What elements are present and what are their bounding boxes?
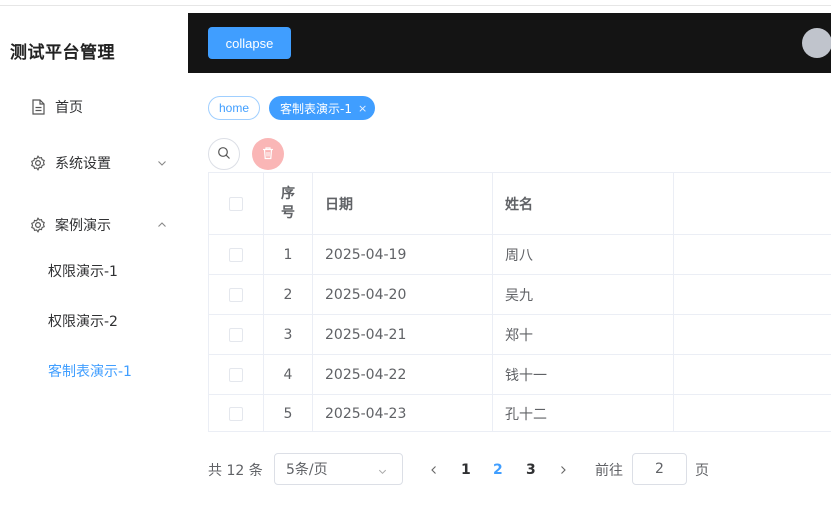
chevron-down-icon bbox=[377, 465, 388, 481]
tab-home[interactable]: home bbox=[208, 96, 261, 120]
row-checkbox[interactable] bbox=[229, 406, 243, 421]
column-header-name: 姓名 bbox=[493, 173, 674, 234]
collapse-button[interactable]: collapse bbox=[208, 27, 291, 59]
tab-label: 客制表演示-1 bbox=[280, 101, 352, 116]
next-page-button[interactable] bbox=[557, 454, 569, 486]
row-checkbox[interactable] bbox=[229, 367, 243, 382]
page-number-3[interactable]: 3 bbox=[526, 454, 536, 486]
search-button[interactable] bbox=[208, 138, 240, 170]
sidebar-subitem-label: 客制表演示-1 bbox=[48, 364, 132, 380]
gear-icon bbox=[30, 155, 46, 171]
top-header: collapse bbox=[188, 13, 831, 73]
table-row[interactable]: 3 2025-04-21 郑十 bbox=[209, 315, 831, 355]
table-row[interactable]: 4 2025-04-22 钱十一 bbox=[209, 355, 831, 395]
page-unit-label: 页 bbox=[695, 463, 709, 479]
sidebar-item-system-settings[interactable]: 系统设置 bbox=[0, 138, 188, 188]
sidebar-subitem-permission-2[interactable]: 权限演示-2 bbox=[0, 296, 188, 346]
cell-name: 孔十二 bbox=[493, 395, 674, 432]
trash-icon bbox=[261, 145, 275, 164]
table-row[interactable]: 5 2025-04-23 孔十二 bbox=[209, 395, 831, 432]
page-number-2[interactable]: 2 bbox=[493, 454, 503, 486]
row-checkbox[interactable] bbox=[229, 287, 243, 302]
row-checkbox[interactable] bbox=[229, 327, 243, 342]
column-header-empty bbox=[674, 173, 831, 234]
chevron-up-icon bbox=[156, 219, 168, 231]
cell-date: 2025-04-23 bbox=[313, 395, 493, 432]
sidebar-item-case-demo[interactable]: 案例演示 bbox=[0, 200, 188, 250]
column-header-index: 序号 bbox=[264, 173, 313, 234]
column-header-date: 日期 bbox=[313, 173, 493, 234]
cell-index: 5 bbox=[264, 395, 313, 432]
delete-button[interactable] bbox=[252, 138, 284, 170]
gear-icon bbox=[30, 217, 46, 233]
cell-index: 4 bbox=[264, 355, 313, 394]
sidebar-subitem-custom-table-1[interactable]: 客制表演示-1 bbox=[0, 346, 188, 396]
table-header-row: 序号 日期 姓名 bbox=[209, 173, 831, 235]
cell-name: 钱十一 bbox=[493, 355, 674, 394]
table-row[interactable]: 2 2025-04-20 吴九 bbox=[209, 275, 831, 315]
pagination-total: 共 12 条 bbox=[208, 463, 263, 479]
search-icon bbox=[217, 145, 231, 164]
data-table: 序号 日期 姓名 1 2025-04-19 周八 2 2025-04-20 吴九… bbox=[208, 172, 831, 432]
cell-index: 1 bbox=[264, 235, 313, 274]
tab-label: home bbox=[219, 101, 250, 115]
sidebar-subitem-permission-1[interactable]: 权限演示-1 bbox=[0, 246, 188, 296]
page-size-value: 5条/页 bbox=[286, 462, 328, 478]
sidebar: 测试平台管理 首页 系统设置 案例演示 权限演示-1 权限演示-2 客制表演示-… bbox=[0, 6, 188, 521]
chevron-right-icon bbox=[557, 461, 569, 480]
page-size-select[interactable]: 5条/页 bbox=[274, 453, 403, 485]
sidebar-item-label: 首页 bbox=[55, 100, 83, 116]
tab-custom-table-1[interactable]: 客制表演示-1 × bbox=[269, 96, 376, 120]
prev-page-button[interactable] bbox=[428, 454, 440, 486]
cell-name: 郑十 bbox=[493, 315, 674, 354]
cell-name: 吴九 bbox=[493, 275, 674, 314]
chevron-down-icon bbox=[156, 157, 168, 169]
avatar[interactable] bbox=[802, 28, 831, 58]
select-all-checkbox[interactable] bbox=[229, 196, 243, 211]
app-title: 测试平台管理 bbox=[10, 43, 115, 63]
table-row[interactable]: 1 2025-04-19 周八 bbox=[209, 235, 831, 275]
sidebar-item-label: 案例演示 bbox=[55, 218, 111, 234]
sidebar-item-home[interactable]: 首页 bbox=[0, 82, 188, 132]
sidebar-subitem-label: 权限演示-1 bbox=[48, 264, 118, 280]
cell-date: 2025-04-21 bbox=[313, 315, 493, 354]
close-icon[interactable]: × bbox=[358, 102, 367, 115]
cell-date: 2025-04-22 bbox=[313, 355, 493, 394]
chevron-left-icon bbox=[428, 461, 440, 480]
page-number-1[interactable]: 1 bbox=[461, 454, 471, 486]
cell-date: 2025-04-19 bbox=[313, 235, 493, 274]
header-checkbox-cell bbox=[209, 173, 264, 234]
sidebar-subitem-label: 权限演示-2 bbox=[48, 314, 118, 330]
goto-page-input[interactable] bbox=[632, 453, 687, 485]
document-icon bbox=[30, 99, 46, 115]
row-checkbox[interactable] bbox=[229, 247, 243, 262]
cell-date: 2025-04-20 bbox=[313, 275, 493, 314]
cell-name: 周八 bbox=[493, 235, 674, 274]
sidebar-item-label: 系统设置 bbox=[55, 156, 111, 172]
cell-index: 2 bbox=[264, 275, 313, 314]
goto-label: 前往 bbox=[595, 463, 623, 479]
cell-index: 3 bbox=[264, 315, 313, 354]
